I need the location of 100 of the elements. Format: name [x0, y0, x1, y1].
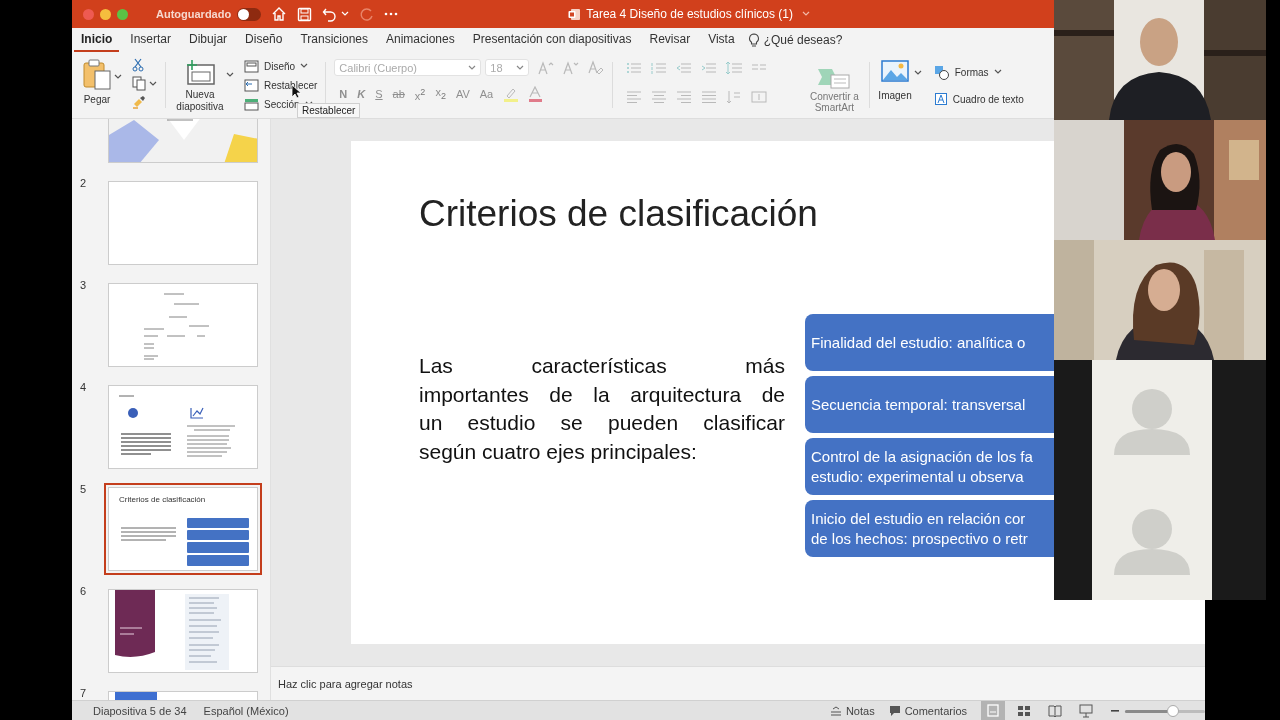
- window-title: Tarea 4 Diseño de estudios clínicos (1): [586, 7, 793, 21]
- slide-title: Criterios de clasificación: [419, 193, 819, 236]
- ribbon-tab[interactable]: Transiciones: [293, 28, 375, 52]
- slider-thumb[interactable]: [1167, 704, 1179, 717]
- grow-font-icon[interactable]: [538, 60, 555, 75]
- notes-button[interactable]: Notas: [829, 704, 875, 717]
- ribbon-tab[interactable]: Inicio: [74, 28, 120, 52]
- zoom-out-icon[interactable]: [1111, 709, 1119, 712]
- slide-number: 3: [79, 279, 88, 291]
- undo-icon[interactable]: [322, 6, 338, 22]
- increase-indent-icon[interactable]: [701, 61, 718, 75]
- criterion-bar: [187, 555, 249, 566]
- ribbon-tab[interactable]: Vista: [701, 28, 742, 52]
- criterion-bar: [187, 530, 249, 540]
- notes-icon: [829, 705, 842, 716]
- criterion-text: Control de la asignación de los fa estudio: experimental u observa: [811, 446, 1033, 487]
- ribbon-tab[interactable]: Presentación con diapositivas: [465, 28, 639, 52]
- slide-number: 4: [79, 381, 88, 393]
- autosave-label: Autoguardado: [156, 8, 232, 20]
- ribbon-command[interactable]: Diseño: [244, 58, 318, 74]
- ribbon-tab[interactable]: Revisar: [642, 28, 698, 52]
- criterion-bar: [187, 542, 249, 553]
- shapes-button[interactable]: Formas: [933, 64, 1024, 80]
- shrink-font-icon[interactable]: [563, 60, 580, 75]
- tooltip: Restablecer: [297, 103, 361, 118]
- align-text-icon[interactable]: [751, 89, 768, 104]
- copy-icon[interactable]: [132, 76, 146, 91]
- picture-button[interactable]: Imagen: [878, 60, 912, 101]
- caret-icon[interactable]: [913, 70, 922, 76]
- normal-view-icon: [986, 703, 1000, 718]
- ribbon-tab[interactable]: Diseño: [238, 28, 290, 52]
- align-center-icon[interactable]: [651, 89, 668, 104]
- smartart-button[interactable]: Convertir a SmartArt: [807, 65, 862, 113]
- search-field[interactable]: ¿Qué deseas?: [759, 33, 864, 47]
- criterion-bar: [187, 518, 249, 528]
- save-icon[interactable]: [297, 6, 313, 22]
- maximize-button[interactable]: [117, 8, 128, 20]
- caret-icon[interactable]: [300, 63, 309, 69]
- lightbulb-icon: [747, 32, 760, 48]
- format-button[interactable]: x$^{2}$: [409, 86, 431, 102]
- slide-thumbnail[interactable]: [108, 283, 258, 367]
- ribbon-command[interactable]: Restablecer: [244, 77, 318, 93]
- caret-icon[interactable]: [802, 11, 810, 17]
- caret-icon[interactable]: [114, 74, 122, 80]
- notes-field[interactable]: Haz clic para agregar notas: [271, 666, 1205, 701]
- slide-thumbnail[interactable]: [108, 385, 258, 469]
- minimize-button[interactable]: [100, 8, 111, 20]
- redo-icon[interactable]: [359, 6, 375, 22]
- scissors-icon[interactable]: [132, 58, 144, 72]
- more-icon[interactable]: [384, 12, 399, 16]
- reset-icon: [244, 78, 259, 92]
- text-box-button[interactable]: Cuadro de texto: [933, 91, 1024, 107]
- new-slide-icon: [185, 60, 215, 86]
- decrease-indent-icon[interactable]: [676, 61, 693, 75]
- criterion-text: Secuencia temporal: transversal: [811, 394, 1026, 415]
- align-right-icon[interactable]: [676, 89, 693, 104]
- ribbon-tab[interactable]: Dibujar: [182, 28, 235, 52]
- thumbnail-title: Criterios de clasificación: [119, 495, 206, 504]
- ribbon-tab[interactable]: Animaciones: [379, 28, 462, 52]
- paste-button[interactable]: Pegar: [82, 58, 112, 105]
- text-lines-drawing: [120, 527, 177, 541]
- caret-icon[interactable]: [993, 69, 1002, 75]
- zoom-slider[interactable]: [1125, 704, 1205, 717]
- justify-icon[interactable]: [701, 89, 718, 104]
- clipboard-icon: [82, 58, 112, 90]
- slide-thumbnail[interactable]: [108, 589, 258, 673]
- caret-icon[interactable]: [149, 80, 157, 87]
- text-box-icon: [933, 92, 948, 106]
- criterion-text: Inicio del estudio en relación cor de los hechos: prospectivo o retr: [811, 508, 1028, 549]
- section-icon: [244, 97, 259, 111]
- new-slide-button[interactable]: Nueva diapositiva: [174, 60, 226, 113]
- home-icon[interactable]: [271, 6, 288, 22]
- align-left-icon[interactable]: [626, 89, 643, 104]
- slide-thumbnail[interactable]: [108, 181, 258, 265]
- format-painter-icon[interactable]: [132, 95, 146, 109]
- ribbon-tab[interactable]: Insertar: [123, 28, 179, 52]
- image-icon: [881, 60, 910, 82]
- autosave-toggle[interactable]: [237, 7, 262, 21]
- slide-counter: Diapositiva 5 de 34: [93, 704, 187, 717]
- format-button[interactable]: x$_{2}$: [430, 86, 451, 102]
- slide-thumbnail[interactable]: Criterios de clasificación: [108, 487, 258, 571]
- line-spacing-icon[interactable]: [726, 61, 743, 75]
- close-button[interactable]: [83, 8, 94, 20]
- numbering-icon[interactable]: [651, 61, 668, 75]
- body-text: Las características más importantes de la arquitectura de un estudio se pueden clasificar según cuatro ejes principales:: [419, 353, 785, 465]
- shapes-icon: [933, 64, 950, 80]
- caret-icon[interactable]: [226, 72, 234, 78]
- layout-icon: [244, 59, 259, 73]
- bullets-icon[interactable]: [626, 61, 643, 75]
- text-direction-icon[interactable]: [726, 89, 743, 104]
- language-label[interactable]: Español (México): [203, 704, 289, 717]
- comments-button[interactable]: Comentarios: [888, 704, 967, 717]
- projector-screen-icon: [1079, 703, 1093, 718]
- comment-icon: [888, 705, 901, 716]
- caret-icon[interactable]: [516, 64, 525, 71]
- grid-view-icon: [1017, 703, 1031, 718]
- criterion-text: Finalidad del estudio: analítica o: [811, 332, 1026, 353]
- clear-format-icon[interactable]: [588, 60, 605, 75]
- slide-number: 2: [79, 177, 88, 189]
- slide-number: 5: [79, 483, 88, 495]
